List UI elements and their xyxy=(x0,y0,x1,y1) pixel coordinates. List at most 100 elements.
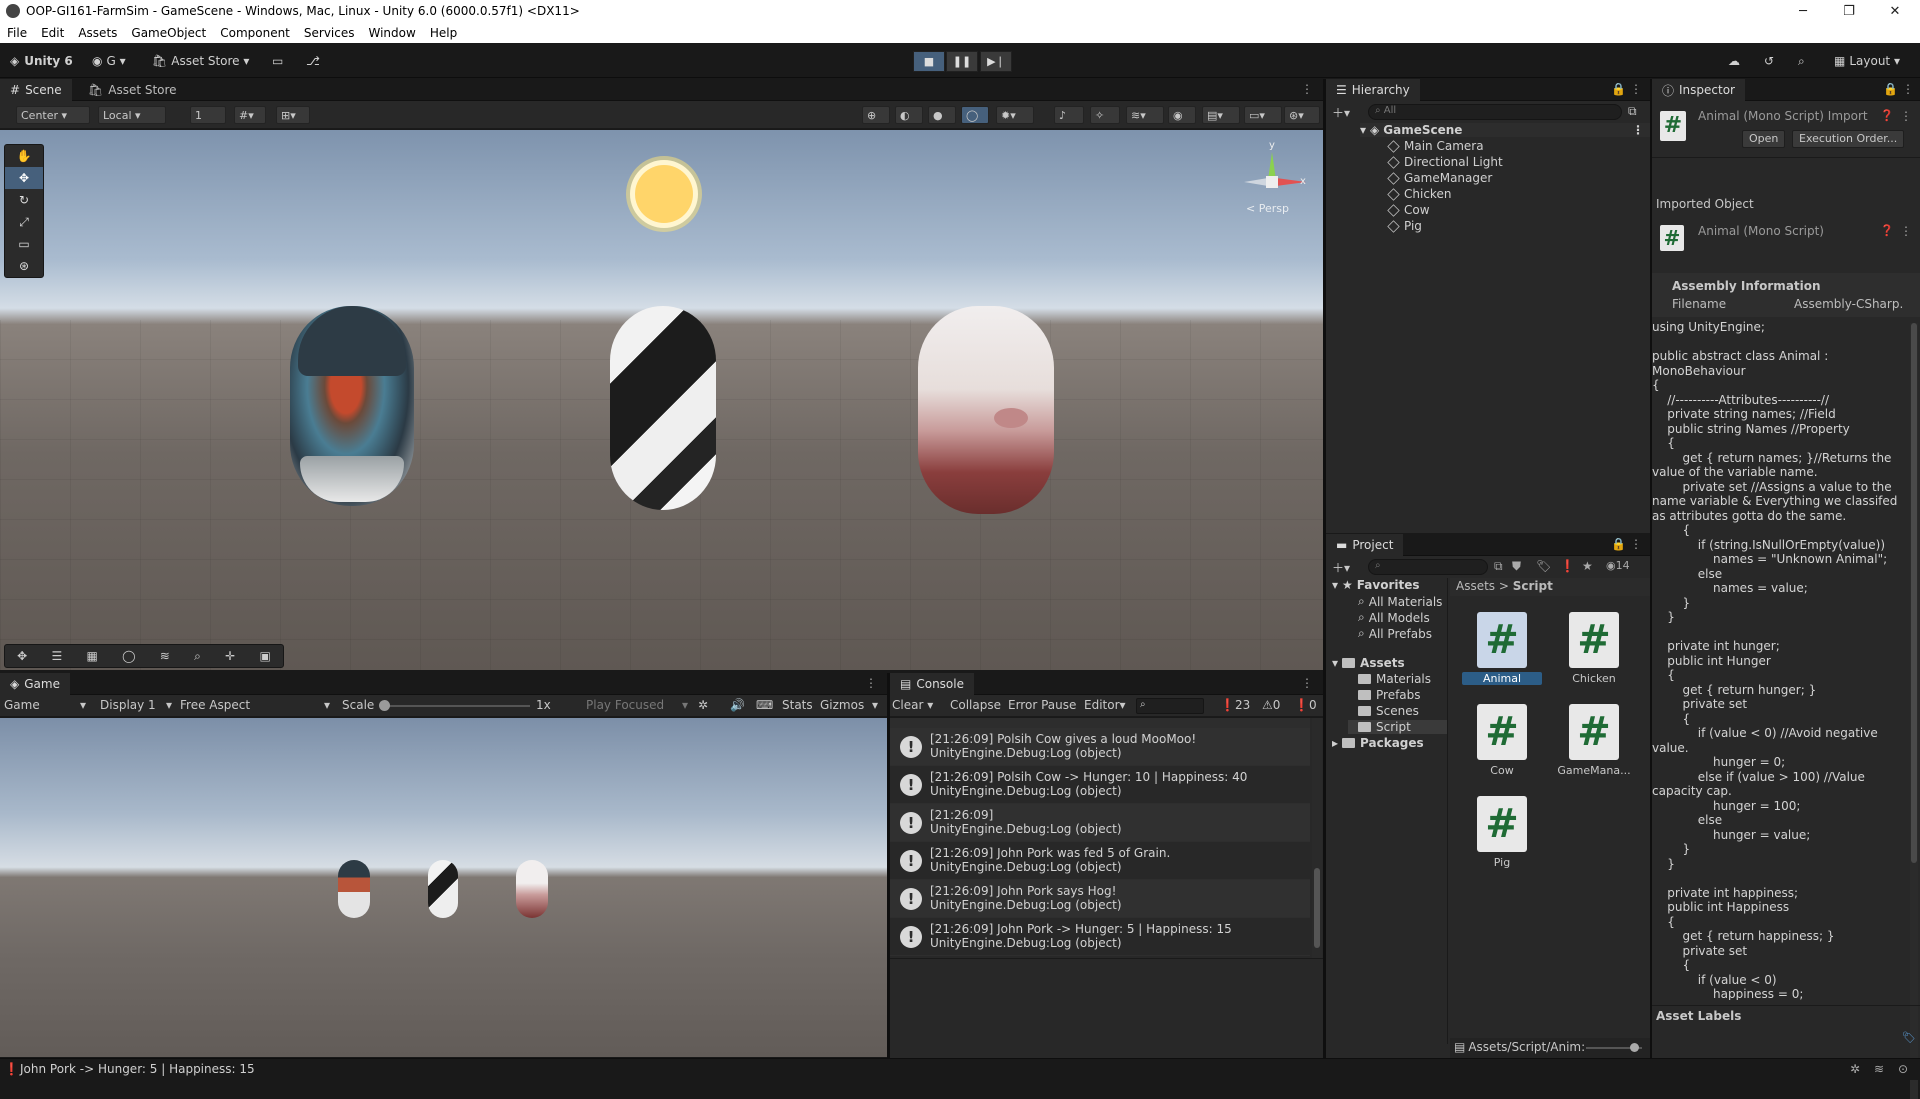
editor-dropdown[interactable]: Editor▾ xyxy=(1084,698,1126,712)
lock-icon[interactable]: 🔒 xyxy=(1611,82,1626,96)
breadcrumb-script[interactable]: Script xyxy=(1513,579,1553,593)
account-dropdown[interactable]: ◉ G ▾ xyxy=(92,49,126,73)
hierarchy-item[interactable]: GameManager xyxy=(1387,171,1492,185)
info-icon[interactable]: ❗ xyxy=(1560,559,1575,573)
warning-count-toggle[interactable]: ⚠0 xyxy=(1262,698,1280,712)
console-row[interactable]: ! [21:26:09] John Pork says Hog! UnityEngi… xyxy=(890,880,1310,918)
favorites-item[interactable]: ⌕ All Models xyxy=(1358,610,1430,625)
folder-item[interactable]: Materials xyxy=(1358,672,1431,686)
scale-slider-handle[interactable] xyxy=(379,700,390,711)
snap-increment-field[interactable]: 1 xyxy=(190,106,226,124)
close-button[interactable]: ✕ xyxy=(1872,0,1918,22)
visibility-count[interactable]: ◉14 xyxy=(1606,559,1630,572)
hierarchy-item[interactable]: Directional Light xyxy=(1387,155,1503,169)
bug-icon[interactable]: ✲ xyxy=(698,698,708,712)
folder-item[interactable]: Scenes xyxy=(1358,704,1419,718)
tab-inspector[interactable]: ⓘ Inspector xyxy=(1652,79,1745,101)
gizmo-center[interactable] xyxy=(1266,176,1278,188)
star-icon[interactable]: ★ xyxy=(1582,559,1593,573)
folder-item-selected[interactable]: Script xyxy=(1348,720,1448,734)
sphere-icon[interactable]: ◯ xyxy=(122,649,135,663)
console-row[interactable]: ! [21:26:09] John Pork was fed 5 of Grain… xyxy=(890,842,1310,880)
clear-dropdown[interactable]: Clear ▾ xyxy=(892,698,933,712)
camera-overlay-icon[interactable]: ▣ xyxy=(259,649,270,663)
script-asset[interactable]: # GameMana... xyxy=(1554,704,1634,777)
play-focused-dropdown[interactable]: Play Focused ▾ xyxy=(586,698,688,712)
menu-edit[interactable]: Edit xyxy=(34,26,71,40)
cloud-storage-icon[interactable]: ▭ xyxy=(272,49,283,73)
menu-assets[interactable]: Assets xyxy=(71,26,124,40)
step-button[interactable]: ▶❘ xyxy=(980,51,1012,72)
menu-gameobject[interactable]: GameObject xyxy=(124,26,213,40)
script-asset[interactable]: # Pig xyxy=(1462,796,1542,869)
tab-asset-store[interactable]: 🛍 Asset Store xyxy=(78,79,187,101)
favorites-item[interactable]: ⌕ All Materials xyxy=(1358,594,1442,609)
search-by-label-icon[interactable]: ⛊ xyxy=(1512,559,1521,574)
cloud-icon[interactable]: ☁ xyxy=(1728,49,1740,73)
gizmo-neg-x-axis[interactable] xyxy=(1244,178,1268,186)
cow-object[interactable] xyxy=(610,306,716,510)
hierarchy-item[interactable]: Chicken xyxy=(1387,187,1451,201)
grid-visibility-icon[interactable]: #▾ xyxy=(234,106,266,124)
search-icon[interactable]: ⌕ xyxy=(1798,49,1805,73)
hierarchy-item[interactable]: Cow xyxy=(1387,203,1430,217)
orientation-gizmo[interactable]: y x < Persp xyxy=(1238,140,1308,222)
effects-toggle-icon[interactable]: ✧ xyxy=(1090,106,1120,124)
layout-dropdown[interactable]: ▦ Layout ▾ xyxy=(1834,49,1900,73)
global-view-icon[interactable]: ⊕ xyxy=(862,106,890,124)
panel-menu-icon[interactable]: ⋮ xyxy=(1632,123,1644,137)
menu-services[interactable]: Services xyxy=(297,26,362,40)
gizmos-button[interactable]: Gizmos xyxy=(820,698,864,712)
panel-menu-icon[interactable]: ⋮ xyxy=(1902,82,1914,96)
gizmos-dropdown-icon[interactable]: ⊛▾ xyxy=(1284,106,1320,124)
lock-icon[interactable]: 🔒 xyxy=(1883,82,1898,96)
hierarchy-item[interactable]: Pig xyxy=(1387,219,1422,233)
move-overlay-icon[interactable]: ✥ xyxy=(17,649,27,663)
menu-component[interactable]: Component xyxy=(213,26,297,40)
persp-label[interactable]: < Persp xyxy=(1246,202,1289,215)
assets-folder[interactable]: ▾ Assets xyxy=(1332,656,1405,670)
add-object-button[interactable]: ＋▾ xyxy=(1332,104,1350,121)
grid-snap-icon[interactable]: ⊞▾ xyxy=(276,106,310,124)
breadcrumb-assets[interactable]: Assets xyxy=(1456,579,1495,593)
pivot-dropdown[interactable]: Center ▾ xyxy=(16,106,90,124)
directional-light-icon[interactable] xyxy=(635,165,693,223)
tab-game[interactable]: ◈ Game xyxy=(0,673,70,695)
collapse-toggle[interactable]: Collapse xyxy=(950,698,1001,712)
script-asset[interactable]: # Cow xyxy=(1462,704,1542,777)
tab-hierarchy[interactable]: ☰ Hierarchy xyxy=(1326,79,1420,101)
menu-help[interactable]: Help xyxy=(423,26,464,40)
aspect-dropdown[interactable]: Free Aspect ▾ xyxy=(180,698,330,712)
scene-viewport[interactable]: ✋ ✥ ↻ ⤢ ▭ ⊛ y x < Persp ✥ ☰ ▦ ◯ ≋ ⌕ ✛ ▣ xyxy=(0,130,1323,670)
lock-icon[interactable]: 🔒 xyxy=(1611,537,1626,551)
audio-icon[interactable]: 🔊 xyxy=(730,698,745,712)
scale-tool-icon[interactable]: ⤢ xyxy=(5,211,43,233)
console-row[interactable]: ! [21:26:09] UnityEngine.Debug:Log (object… xyxy=(890,804,1310,842)
panel-menu-icon[interactable]: ⋮ xyxy=(1301,676,1313,690)
component-menu-icon[interactable]: ⋮ xyxy=(1900,109,1912,123)
panel-menu-icon[interactable]: ⋮ xyxy=(1630,537,1642,551)
scene-visibility-icon[interactable]: ⧉ xyxy=(1628,104,1637,119)
scale-slider-track[interactable] xyxy=(380,705,530,707)
error-count-toggle[interactable]: ❗0 xyxy=(1294,698,1317,712)
console-scrollbar[interactable] xyxy=(1312,718,1322,958)
pig-object[interactable] xyxy=(918,306,1054,514)
zoom-icon[interactable]: ⌕ xyxy=(194,649,201,664)
pause-button[interactable]: ❚❚ xyxy=(946,51,978,72)
console-row[interactable]: ! [21:26:09] John Pork -> Hunger: 5 | Hap… xyxy=(890,918,1310,956)
panel-menu-icon[interactable]: ⋮ xyxy=(1301,82,1313,96)
maximize-button[interactable]: ❐ xyxy=(1826,0,1872,22)
packages-folder[interactable]: ▸ Packages xyxy=(1332,736,1424,750)
status-message[interactable]: John Pork -> Hunger: 5 | Happiness: 15 xyxy=(20,1062,255,1076)
console-search-input[interactable]: ⌕ xyxy=(1136,698,1204,714)
rect-tool-icon[interactable]: ▭ xyxy=(5,233,43,255)
project-search-input[interactable]: ⌕ xyxy=(1368,559,1488,575)
chevron-down-icon[interactable]: ▾ xyxy=(872,698,878,712)
folder-item[interactable]: Prefabs xyxy=(1358,688,1421,702)
hierarchy-scene-root[interactable]: ▾ ◈ GameScene ⋮ xyxy=(1360,123,1650,137)
component-menu-icon[interactable]: ⋮ xyxy=(1900,224,1912,238)
chicken-object[interactable] xyxy=(290,306,414,506)
console-row[interactable]: ! [21:26:09] Polsih Cow -> Hunger: 10 | H… xyxy=(890,766,1310,804)
panel-menu-icon[interactable]: ⋮ xyxy=(1630,82,1642,96)
auto-refresh-icon[interactable]: ⊙ xyxy=(1898,1062,1908,1076)
